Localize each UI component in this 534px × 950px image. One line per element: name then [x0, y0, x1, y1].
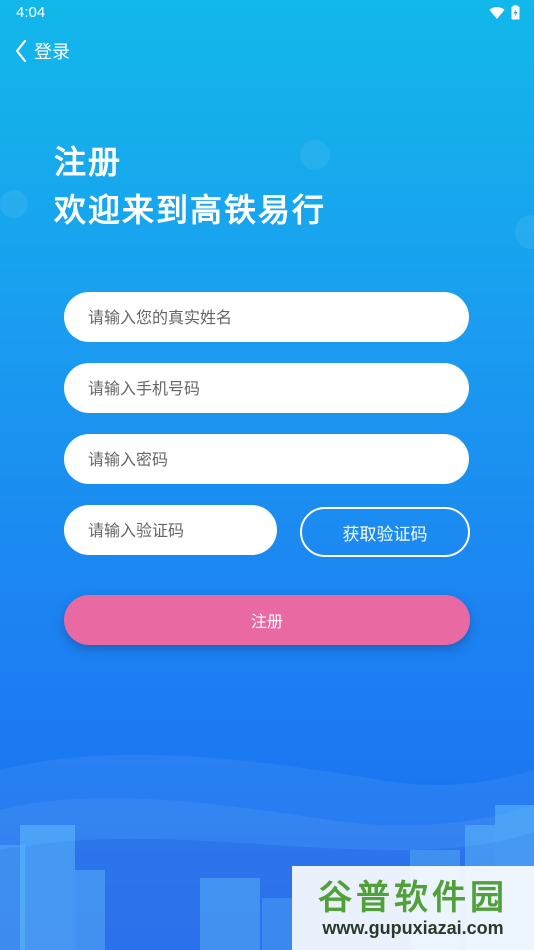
password-field [64, 434, 469, 484]
page-title: 注册 [54, 143, 123, 181]
battery-icon [511, 5, 520, 20]
welcome-text: 欢迎来到高铁易行 [54, 191, 327, 229]
code-field [64, 505, 277, 555]
name-field [64, 292, 469, 342]
watermark-title: 谷普软件园 [318, 877, 508, 918]
password-input[interactable] [86, 448, 469, 470]
code-input[interactable] [86, 519, 277, 541]
page-heading: 注册 欢迎来到高铁易行 [54, 138, 326, 234]
get-code-button[interactable]: 获取验证码 [300, 507, 470, 557]
register-button[interactable]: 注册 [64, 595, 470, 645]
watermark-logo: 谷普软件园 www.gupuxiazai.com [292, 866, 534, 950]
back-label: 登录 [34, 42, 70, 63]
status-bar: 4:04 [0, 0, 534, 28]
background-bubble [515, 215, 534, 249]
watermark-url: www.gupuxiazai.com [322, 917, 504, 938]
back-button[interactable]: 登录 [14, 38, 70, 64]
name-input[interactable] [86, 306, 469, 328]
background-bubble [0, 190, 28, 218]
status-time: 4:04 [16, 4, 46, 21]
phone-field [64, 363, 469, 413]
phone-input[interactable] [86, 377, 469, 399]
chevron-left-icon [15, 39, 27, 63]
wifi-icon [489, 6, 505, 19]
status-icons [489, 5, 520, 20]
